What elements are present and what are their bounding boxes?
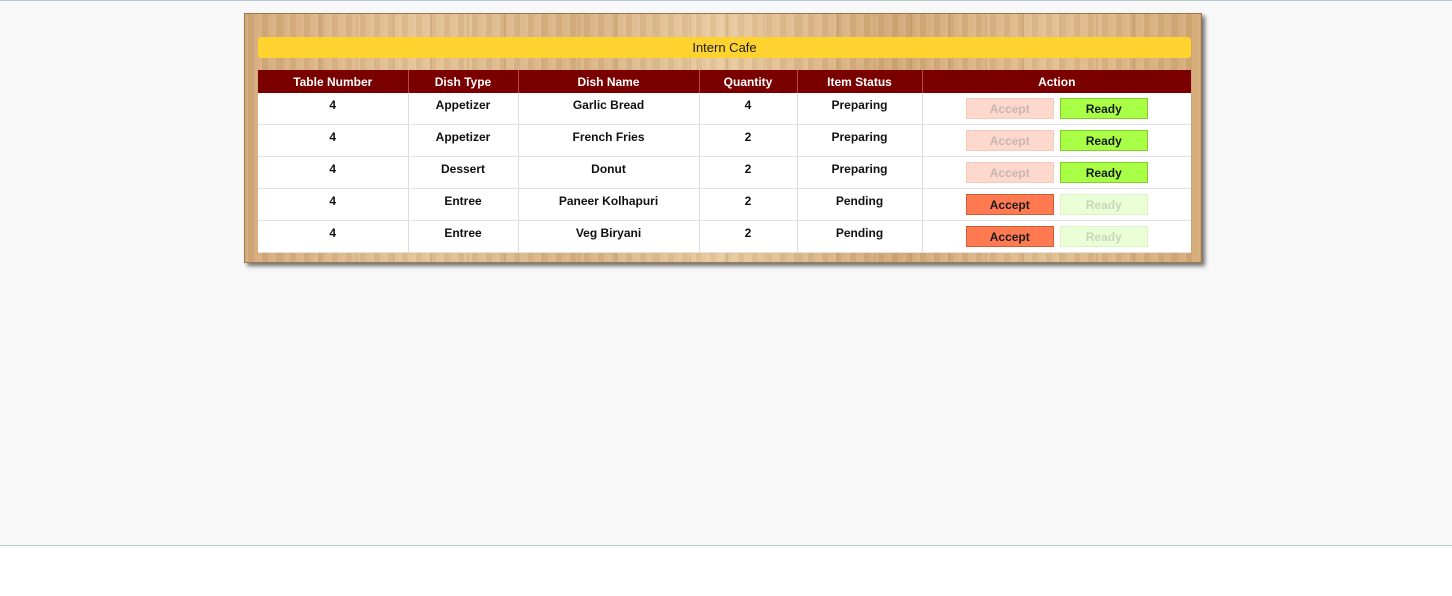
cell-table-number: 4 <box>258 220 409 253</box>
cell-action: Accept Ready <box>922 124 1191 157</box>
header-table-number: Table Number <box>258 70 409 93</box>
cell-item-status: Preparing <box>797 124 923 157</box>
table-row: 4 Appetizer Garlic Bread 4 Preparing Acc… <box>258 93 1191 125</box>
ready-button[interactable]: Ready <box>1059 226 1148 247</box>
cell-dish-type: Entree <box>408 188 519 221</box>
cell-action: Accept Ready <box>922 93 1191 125</box>
cell-item-status: Pending <box>797 188 923 221</box>
cell-quantity: 4 <box>699 93 798 125</box>
cell-dish-name: Veg Biryani <box>518 220 700 253</box>
accept-button[interactable]: Accept <box>965 194 1054 215</box>
cell-item-status: Pending <box>797 220 923 253</box>
table-row: 4 Entree Paneer Kolhapuri 2 Pending Acce… <box>258 188 1191 221</box>
cell-dish-name: Garlic Bread <box>518 93 700 125</box>
header-dish-type: Dish Type <box>408 70 519 93</box>
cell-quantity: 2 <box>699 156 798 189</box>
cell-item-status: Preparing <box>797 156 923 189</box>
cell-dish-name: Donut <box>518 156 700 189</box>
ready-button[interactable]: Ready <box>1059 162 1148 183</box>
cell-quantity: 2 <box>699 188 798 221</box>
table-row: 4 Entree Veg Biryani 2 Pending Accept Rea… <box>258 220 1191 253</box>
header-quantity: Quantity <box>699 70 798 93</box>
table-row: 4 Dessert Donut 2 Preparing Accept Ready <box>258 156 1191 189</box>
header-action: Action <box>922 70 1191 93</box>
accept-button[interactable]: Accept <box>965 162 1054 183</box>
cell-quantity: 2 <box>699 124 798 157</box>
header-dish-name: Dish Name <box>518 70 700 93</box>
cell-dish-name: French Fries <box>518 124 700 157</box>
ready-button[interactable]: Ready <box>1059 98 1148 119</box>
orders-table: Table Number Dish Type Dish Name Quantit… <box>258 70 1191 253</box>
accept-button[interactable]: Accept <box>965 130 1054 151</box>
cafe-title: Intern Cafe <box>258 37 1191 58</box>
cell-dish-type: Entree <box>408 220 519 253</box>
cell-action: Accept Ready <box>922 188 1191 221</box>
orders-board: Intern Cafe Table Number Dish Type Dish … <box>244 13 1202 263</box>
cell-table-number: 4 <box>258 124 409 157</box>
ready-button[interactable]: Ready <box>1059 130 1148 151</box>
accept-button[interactable]: Accept <box>965 98 1054 119</box>
table-row: 4 Appetizer French Fries 2 Preparing Acc… <box>258 124 1191 157</box>
cell-dish-type: Appetizer <box>408 124 519 157</box>
cell-quantity: 2 <box>699 220 798 253</box>
page-viewport: Intern Cafe Table Number Dish Type Dish … <box>0 0 1452 546</box>
ready-button[interactable]: Ready <box>1059 194 1148 215</box>
cell-action: Accept Ready <box>922 156 1191 189</box>
header-item-status: Item Status <box>797 70 923 93</box>
cell-dish-name: Paneer Kolhapuri <box>518 188 700 221</box>
cell-action: Accept Ready <box>922 220 1191 253</box>
cell-dish-type: Dessert <box>408 156 519 189</box>
cell-item-status: Preparing <box>797 93 923 125</box>
table-header-row: Table Number Dish Type Dish Name Quantit… <box>258 70 1191 93</box>
cell-table-number: 4 <box>258 93 409 125</box>
cell-table-number: 4 <box>258 156 409 189</box>
cell-table-number: 4 <box>258 188 409 221</box>
accept-button[interactable]: Accept <box>965 226 1054 247</box>
cell-dish-type: Appetizer <box>408 93 519 125</box>
